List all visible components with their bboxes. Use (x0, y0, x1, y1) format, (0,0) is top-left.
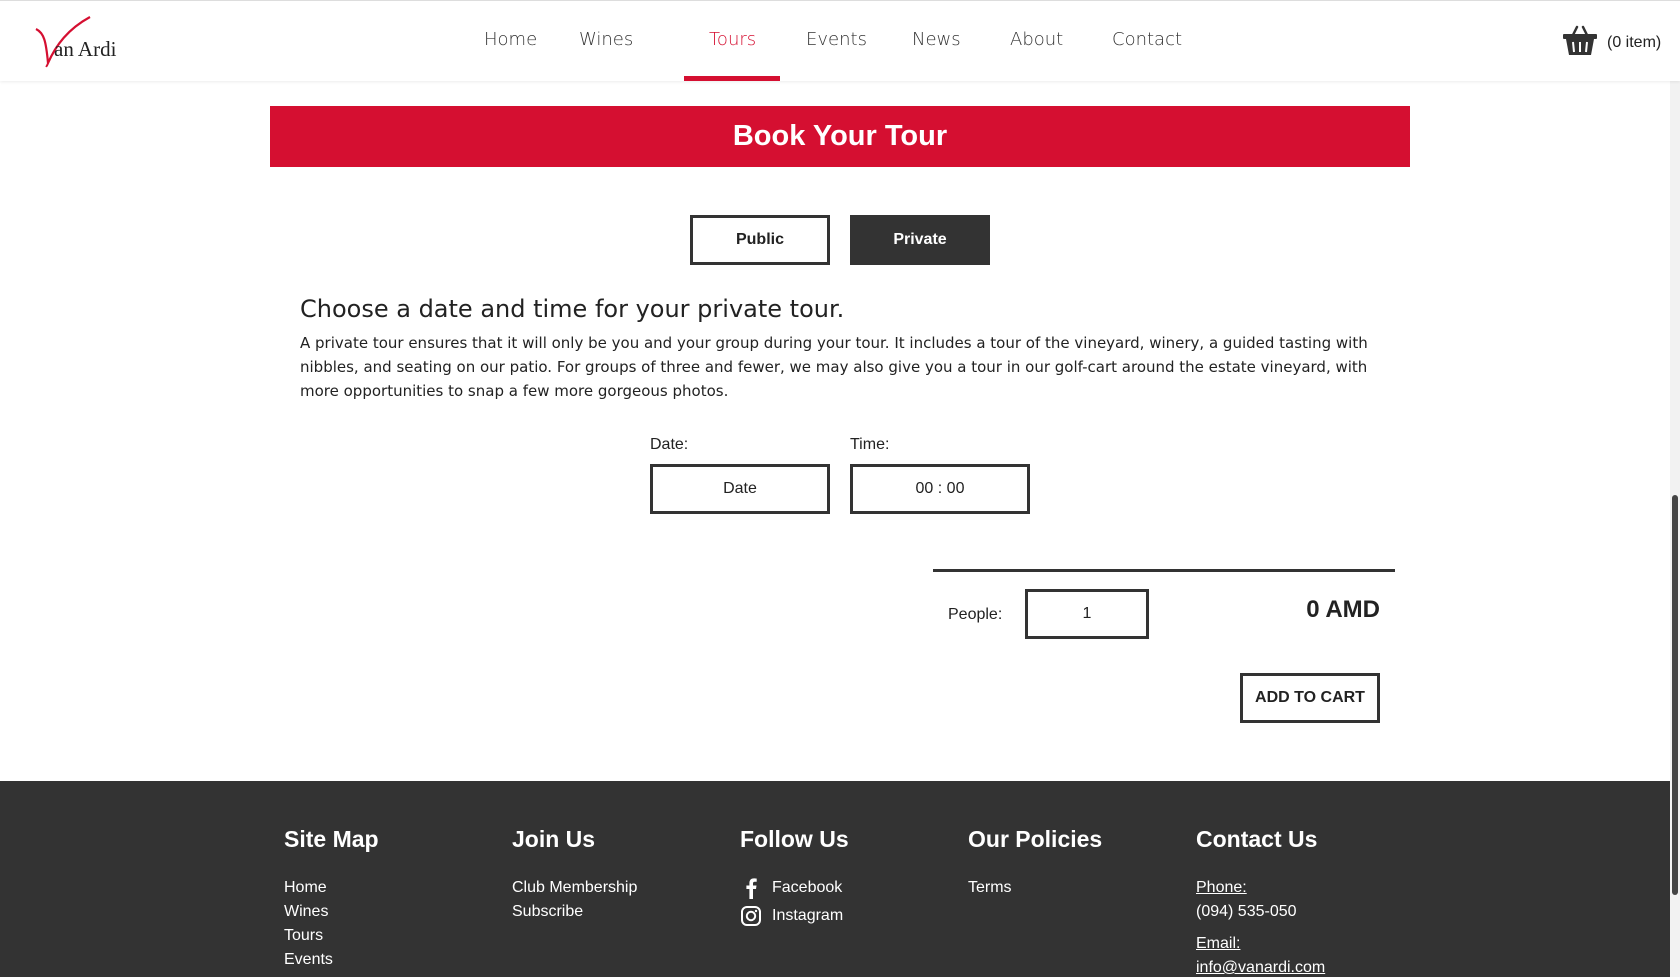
divider (933, 569, 1395, 572)
tour-heading: Choose a date and time for your private … (300, 295, 845, 323)
footer-policies: Our Policies Terms (968, 826, 1102, 900)
footer-follow: Follow Us Facebook Instagram (740, 826, 849, 932)
facebook-label: Facebook (772, 879, 843, 896)
nav-item-events[interactable]: Events (806, 29, 867, 50)
footer-title-sitemap: Site Map (284, 826, 379, 852)
footer-join: Join Us Club Membership Subscribe (512, 826, 637, 924)
footer-link-events[interactable]: Events (284, 948, 379, 972)
nav-item-news[interactable]: News (912, 29, 961, 50)
people-label: People: (948, 606, 1003, 623)
footer-link-subscribe[interactable]: Subscribe (512, 900, 637, 924)
footer-title-join: Join Us (512, 826, 596, 852)
public-tour-button[interactable]: Public (690, 215, 830, 265)
footer-link-home[interactable]: Home (284, 876, 379, 900)
footer-title-policies: Our Policies (968, 826, 1103, 852)
nav-item-home[interactable]: Home (484, 29, 537, 50)
nav-item-about[interactable]: About (1010, 29, 1063, 50)
date-field[interactable]: Date (650, 464, 830, 514)
page-scrollbar[interactable] (1670, 80, 1680, 977)
email-address[interactable]: info@vanardi.com (1196, 956, 1325, 980)
private-tour-button[interactable]: Private (850, 215, 990, 265)
footer-link-club-membership[interactable]: Club Membership (512, 876, 637, 900)
facebook-icon (746, 878, 757, 899)
time-label: Time: (850, 436, 890, 453)
phone-number[interactable]: (094) 535-050 (1196, 900, 1325, 924)
nav-item-wines[interactable]: Wines (579, 29, 633, 50)
people-input[interactable]: 1 (1025, 589, 1149, 639)
time-field[interactable]: 00 : 00 (850, 464, 1030, 514)
nav-item-tours[interactable]: Tours (709, 29, 756, 50)
tour-description: A private tour ensures that it will only… (300, 334, 1368, 400)
date-label: Date: (650, 436, 689, 453)
footer-link-tours[interactable]: Tours (284, 924, 379, 948)
footer-link-terms[interactable]: Terms (968, 876, 1102, 900)
basket-icon (1563, 25, 1597, 55)
page-title-banner: Book Your Tour (270, 106, 1410, 167)
footer-title-contact: Contact Us (1196, 826, 1318, 852)
main-nav: Home Wines Tours Events News About Conta… (0, 1, 1680, 81)
instagram-link[interactable]: Instagram (740, 904, 849, 928)
total-price: 0 AMD (1306, 596, 1380, 623)
site-header: an Ardi Home Wines Tours Events News Abo… (0, 0, 1680, 81)
facebook-link[interactable]: Facebook (740, 876, 849, 900)
site-footer: Site Map Home Wines Tours Events Join Us… (0, 781, 1680, 977)
footer-sitemap: Site Map Home Wines Tours Events (284, 826, 379, 972)
nav-item-contact[interactable]: Contact (1112, 29, 1182, 50)
phone-label: Phone: (1196, 879, 1247, 896)
add-to-cart-button[interactable]: ADD TO CART (1240, 673, 1380, 723)
instagram-label: Instagram (772, 907, 844, 924)
instagram-icon (741, 906, 761, 926)
active-nav-indicator (684, 76, 780, 81)
footer-title-follow: Follow Us (740, 826, 849, 852)
scrollbar-thumb[interactable] (1672, 495, 1678, 895)
footer-contact: Contact Us Phone: (094) 535-050 Email: i… (1196, 826, 1325, 980)
footer-link-wines[interactable]: Wines (284, 900, 379, 924)
cart-count: (0 item) (1607, 34, 1662, 51)
email-label: Email: (1196, 935, 1241, 952)
